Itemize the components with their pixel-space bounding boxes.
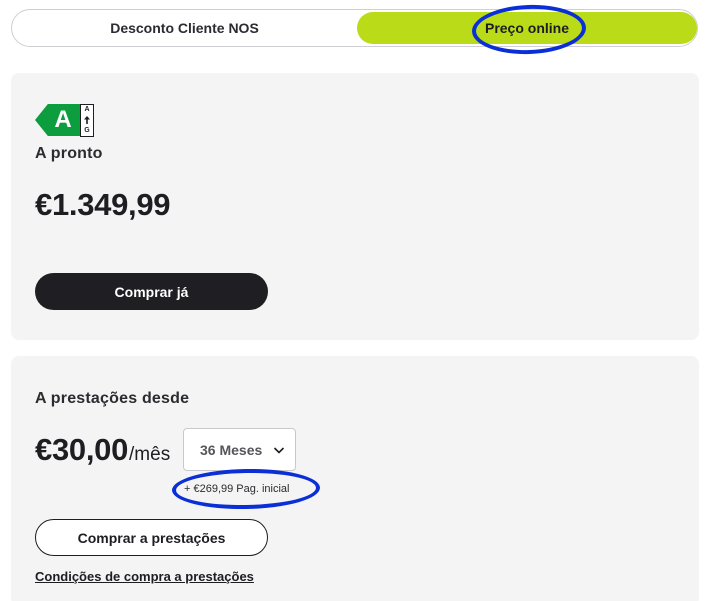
installments-label: A prestações desde	[35, 390, 190, 407]
installment-conditions-link[interactable]: Condições de compra a prestações	[35, 569, 254, 584]
down-payment-text: + €269,99 Pag. inicial	[184, 483, 290, 495]
energy-class: A	[54, 106, 72, 133]
price-mode-toggle: Desconto Cliente NOS Preço online	[11, 9, 698, 47]
months-select[interactable]: 36 Meses	[183, 428, 296, 471]
monthly-price: €30,00 /mês	[35, 432, 170, 468]
installments-card: A prestações desde €30,00 /mês 36 Meses …	[11, 356, 699, 601]
months-select-value: 36 Meses	[200, 441, 263, 458]
cash-label: A pronto	[35, 145, 103, 162]
monthly-unit: /mês	[129, 444, 171, 465]
energy-label[interactable]: A A G	[35, 104, 94, 137]
up-arrow-icon	[84, 116, 90, 124]
monthly-amount: €30,00	[35, 432, 129, 467]
buy-installments-button[interactable]: Comprar a prestações	[35, 519, 268, 556]
tab-desconto-cliente-nos[interactable]: Desconto Cliente NOS	[12, 10, 357, 46]
chevron-down-icon	[273, 447, 285, 454]
product-purchase-panel: Desconto Cliente NOS Preço online A A G …	[0, 0, 724, 601]
cash-price: €1.349,99	[35, 187, 171, 222]
tab-preco-online[interactable]: Preço online	[357, 12, 697, 44]
energy-scale-bottom: G	[84, 127, 90, 134]
energy-scale-top: A	[84, 106, 90, 113]
energy-scale: A G	[80, 104, 94, 137]
energy-class-arrow: A	[35, 104, 81, 136]
buy-now-button[interactable]: Comprar já	[35, 273, 268, 310]
cash-price-card: A A G A pronto €1.349,99 Comprar já	[11, 73, 699, 340]
